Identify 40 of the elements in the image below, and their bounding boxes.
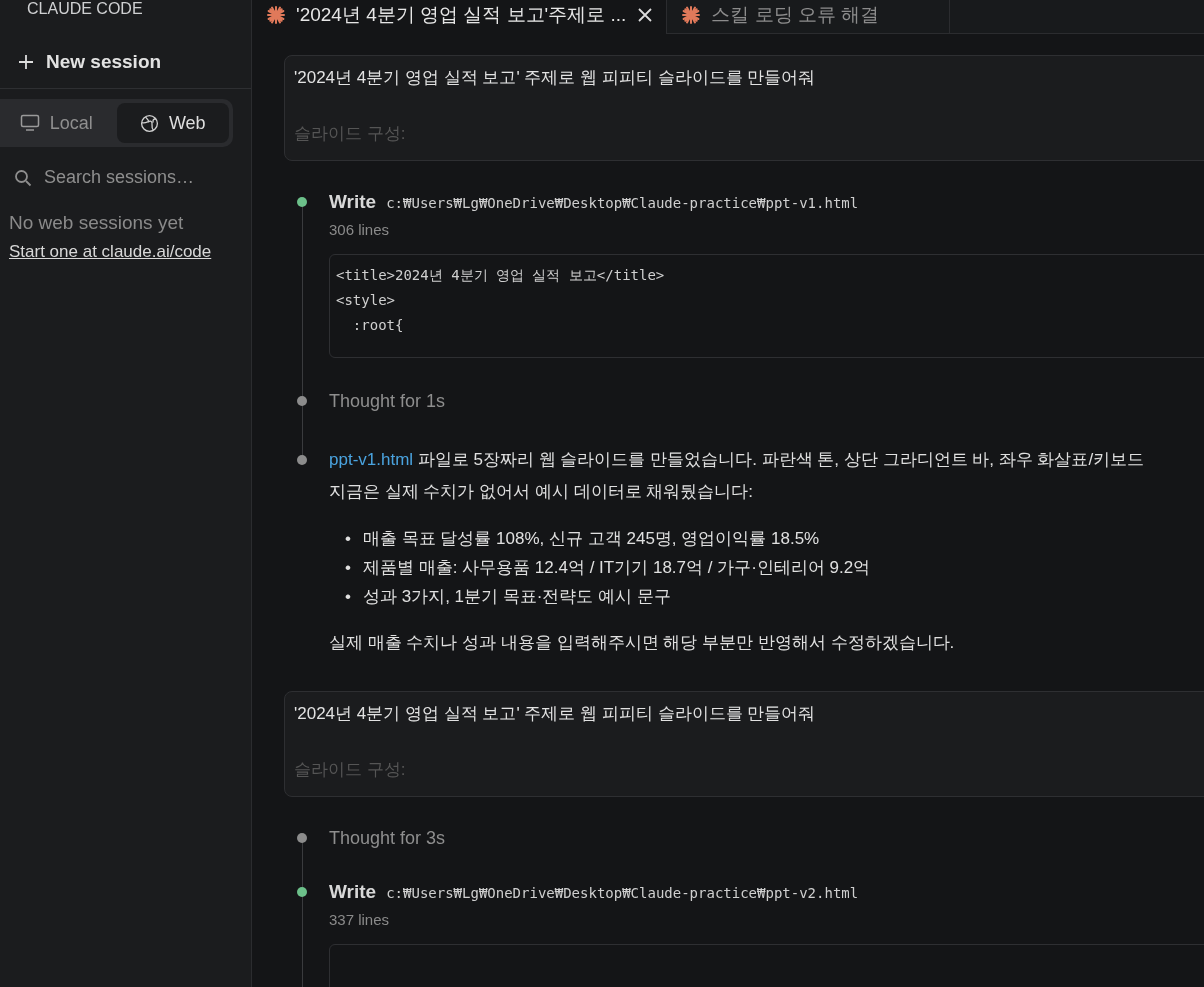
line-count: 337 lines: [329, 911, 391, 928]
search-field[interactable]: Search sessions…: [44, 167, 234, 188]
empty-message: No web sessions yet: [9, 212, 185, 234]
prompt-text: 슬라이드 구성:: [294, 123, 407, 145]
file-link[interactable]: ppt-v1.html: [329, 450, 414, 469]
bullet-marker: •: [345, 586, 351, 608]
bullet-item: 매출 목표 달성률 108%, 신규 고객 245명, 영업이익률 18.5%: [362, 528, 820, 550]
message-text: 파일로 5장짜리 웹 슬라이드를 만들었습니다. 파란색 톤, 상단 그라디언트 바, 좌우 화살표/키보드: [417, 450, 1145, 469]
file-path: c:₩Users₩Lg₩OneDrive₩Desktop₩Claude-practice₩ppt-v1.html: [386, 195, 859, 211]
plus-icon: [18, 53, 34, 70]
tool-name: Write: [329, 191, 377, 213]
bullet-marker: •: [345, 557, 351, 579]
new-session-button[interactable]: New session: [0, 35, 251, 89]
file-path: c:₩Users₩Lg₩OneDrive₩Desktop₩Claude-practice₩ppt-v2.html: [386, 885, 859, 901]
prompt-text: 슬라이드 구성:: [294, 759, 407, 781]
spark-icon: [681, 4, 702, 25]
session-tab[interactable]: '2024년 4분기 영업 실적 보고'주제로 ...: [252, 0, 668, 34]
close-icon[interactable]: [636, 6, 655, 24]
thought-label: Thought for 1s: [329, 390, 447, 412]
message-text: 지금은 실제 수치가 없어서 예시 데이터로 채워뒀습니다:: [329, 481, 755, 503]
start-session-link[interactable]: Start one at claude.ai/code: [9, 242, 212, 262]
code-line: <title>2024년 4분기 영업 실적 보고</title>: [336, 266, 666, 285]
thought-label: Thought for 3s: [329, 827, 447, 849]
search-icon: [14, 168, 32, 187]
code-line: :root{: [351, 316, 405, 335]
prompt-text: '2024년 4분기 영업 실적 보고' 주제로 웹 피피티 슬라이드를 만들어줘: [294, 703, 817, 725]
prompt-text: '2024년 4분기 영업 실적 보고' 주제로 웹 피피티 슬라이드를 만들어줘: [294, 67, 817, 89]
bullet-item: 성과 3가지, 1분기 목표·전략도 예시 문구: [362, 586, 671, 608]
mode-tab[interactable]: Local: [0, 103, 113, 143]
spark-icon: [266, 5, 286, 25]
app-title: CLAUDE CODE: [26, 0, 144, 18]
message-text: 실제 매출 수치나 성과 내용을 입력해주시면 해당 부분만 반영해서 수정하겠습니다.: [329, 632, 956, 654]
line-count: 306 lines: [329, 221, 391, 238]
mode-tab[interactable]: Web: [116, 103, 229, 143]
monitor-icon: [19, 114, 40, 132]
bullet-item: 제품별 매출: 사무용품 12.4억 / IT기기 18.7억 / 가구·인테리어 9.2억: [362, 557, 871, 579]
globe-icon: [139, 113, 159, 133]
tool-name: Write: [329, 881, 377, 903]
code-line: <style>: [336, 291, 396, 310]
bullet-marker: •: [345, 528, 351, 550]
